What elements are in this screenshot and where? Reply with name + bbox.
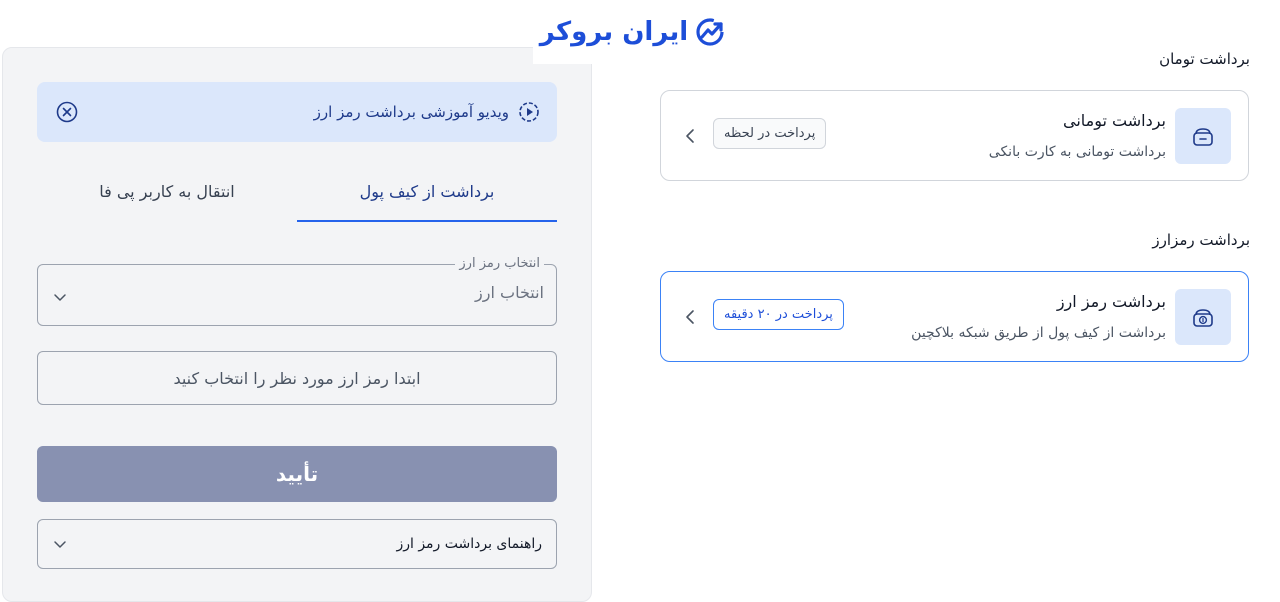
crypto-card-subtitle: برداشت از کیف پول از طریق شبکه بلاکچین [911, 325, 1166, 341]
toman-card-title: برداشت تومانی [1062, 111, 1166, 130]
crypto-select-value: انتخاب ارز [475, 283, 544, 302]
withdraw-form-panel: ویدیو آموزشی برداشت رمز ارز برداشت از کی… [2, 47, 592, 602]
withdraw-tabs: برداشت از کیف پول انتقال به کاربر پی فا [37, 172, 557, 222]
select-crypto-hint: ابتدا رمز ارز مورد نظر را انتخاب کنید [37, 351, 557, 405]
crypto-select-label: انتخاب رمز ارز [455, 256, 544, 271]
wallet-icon [1175, 108, 1231, 164]
toman-withdraw-card[interactable]: برداشت تومانی برداشت تومانی به کارت بانک… [660, 90, 1249, 181]
tab-transfer-to-user[interactable]: انتقال به کاربر پی فا [37, 172, 297, 222]
close-circle-icon[interactable] [55, 100, 79, 124]
confirm-button[interactable]: تأیید [37, 446, 557, 502]
chevron-left-icon [686, 129, 694, 143]
crypto-select[interactable]: انتخاب رمز ارز انتخاب ارز [37, 256, 557, 326]
crypto-card-title: برداشت رمز ارز [1056, 292, 1166, 311]
brand-name: ایران بروکر [539, 17, 689, 47]
twenty-minute-payment-badge: پرداخت در ۲۰ دقیقه [713, 299, 844, 330]
crypto-withdraw-card[interactable]: برداشت رمز ارز برداشت از کیف پول از طریق… [660, 271, 1249, 362]
chevron-down-icon [54, 294, 66, 301]
crypto-section-title: برداشت رمزارز [1152, 231, 1250, 249]
tutorial-video-banner[interactable]: ویدیو آموزشی برداشت رمز ارز [37, 82, 557, 142]
tutorial-video-title: ویدیو آموزشی برداشت رمز ارز [313, 103, 509, 121]
brand-logo[interactable]: ایران بروکر [533, 0, 733, 64]
withdraw-guide-label: راهنمای برداشت رمز ارز [396, 536, 542, 552]
instant-payment-badge: پرداخت در لحظه [713, 118, 827, 149]
crypto-wallet-icon [1175, 289, 1231, 345]
chevron-left-icon [686, 310, 694, 324]
chevron-down-icon [54, 541, 66, 548]
withdraw-guide-accordion[interactable]: راهنمای برداشت رمز ارز [37, 519, 557, 569]
toman-section-title: برداشت تومان [1159, 50, 1250, 68]
play-circle-icon [519, 102, 539, 122]
toman-card-subtitle: برداشت تومانی به کارت بانکی [988, 144, 1166, 160]
chart-up-logo-icon [696, 18, 724, 46]
tab-wallet-withdraw[interactable]: برداشت از کیف پول [297, 172, 557, 222]
